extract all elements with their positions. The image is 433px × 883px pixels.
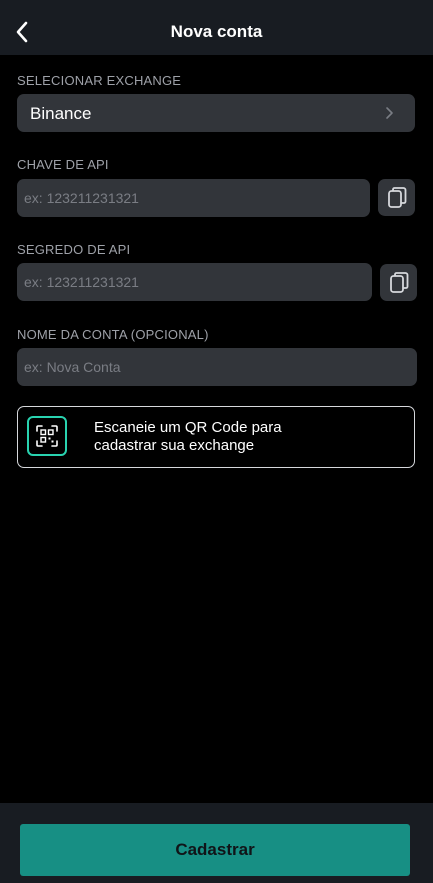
exchange-select[interactable]: Binance xyxy=(17,94,415,132)
qr-scan-button[interactable]: Escaneie um QR Code para cadastrar sua e… xyxy=(17,406,415,468)
footer-bar: Cadastrar xyxy=(0,803,433,883)
submit-button[interactable]: Cadastrar xyxy=(20,824,410,876)
page-title: Nova conta xyxy=(170,22,263,41)
exchange-selected-value: Binance xyxy=(30,104,92,123)
account-name-input[interactable] xyxy=(17,348,417,386)
api-secret-input[interactable] xyxy=(17,263,372,301)
chevron-right-icon xyxy=(386,107,393,119)
qr-scan-text-line1: Escaneie um QR Code para xyxy=(94,419,282,436)
paste-api-secret-button[interactable] xyxy=(380,264,417,301)
api-key-label: CHAVE DE API xyxy=(17,157,109,172)
clipboard-icon xyxy=(387,186,406,208)
qr-icon-frame xyxy=(27,416,67,456)
qr-scan-text: Escaneie um QR Code para cadastrar sua e… xyxy=(94,419,354,455)
qr-scan-text-line2: cadastrar sua exchange xyxy=(94,437,255,454)
api-key-input[interactable] xyxy=(17,179,370,217)
clipboard-icon xyxy=(389,271,408,293)
qr-scan-icon xyxy=(36,425,58,447)
new-account-screen: Nova conta SELECIONAR EXCHANGE Binance C… xyxy=(0,0,433,883)
header-bar: Nova conta xyxy=(0,0,433,55)
api-secret-label: SEGREDO DE API xyxy=(17,242,131,257)
account-name-label: NOME DA CONTA (OPCIONAL) xyxy=(17,327,209,342)
exchange-label: SELECIONAR EXCHANGE xyxy=(17,73,182,88)
paste-api-key-button[interactable] xyxy=(378,179,415,216)
